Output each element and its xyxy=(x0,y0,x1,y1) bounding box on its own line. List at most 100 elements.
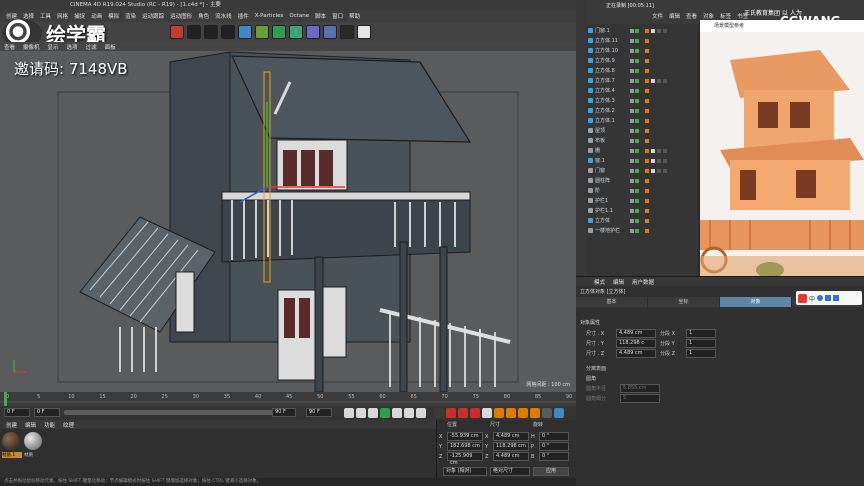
visibility-dot-icon[interactable] xyxy=(630,118,634,123)
timeline-ruler[interactable]: 0 5 10 15 20 25 30 35 40 45 50 55 60 65 70 75 80 85 90 xyxy=(0,392,576,406)
attr-value-field[interactable]: 4.489 cm xyxy=(616,329,656,338)
tag-icon[interactable] xyxy=(645,88,649,93)
object-row[interactable]: 门窗.1 xyxy=(586,26,698,35)
enabled-check-icon[interactable] xyxy=(635,98,639,103)
go-end-icon[interactable] xyxy=(416,408,426,418)
segment-field[interactable]: 1 xyxy=(686,349,716,358)
enabled-check-icon[interactable] xyxy=(635,138,639,143)
tag-icon[interactable] xyxy=(645,118,649,123)
enabled-check-icon[interactable] xyxy=(635,48,639,53)
object-row[interactable]: 圆柱阵 xyxy=(586,176,698,185)
size-field[interactable]: 4.489 cm xyxy=(493,432,529,441)
next-key-icon[interactable] xyxy=(404,408,414,418)
objects-menu-item[interactable]: 标签 xyxy=(720,12,731,20)
render-settings-icon[interactable] xyxy=(221,25,235,39)
attr-value-field[interactable]: 4.489 cm xyxy=(616,349,656,358)
object-row[interactable]: 窗.1 xyxy=(586,156,698,165)
current-frame-field[interactable]: 0 F xyxy=(4,408,30,417)
ime-keyboard-icon[interactable] xyxy=(825,295,832,301)
menu-item[interactable]: 窗口 xyxy=(332,12,343,20)
ime-moon-icon[interactable] xyxy=(817,295,824,301)
object-row[interactable]: 立方体.7 xyxy=(586,76,698,85)
rotation-field[interactable]: 0 ° xyxy=(539,432,569,441)
fillet-radius-field[interactable]: 5.855 cm xyxy=(620,384,660,393)
material-menu-item[interactable]: 创建 xyxy=(6,421,17,429)
material-swatch[interactable]: 材质 xyxy=(24,432,44,462)
menu-item[interactable]: 运动跟踪 xyxy=(142,12,164,20)
fillet-subdivision-row[interactable]: 圆角细分 5 xyxy=(586,394,660,403)
object-row[interactable]: 护栏1 xyxy=(586,196,698,205)
visibility-dot-icon[interactable] xyxy=(630,58,634,63)
material-menu-item[interactable]: 编辑 xyxy=(25,421,36,429)
tab-coord[interactable]: 坐标 xyxy=(648,297,720,307)
undo-icon[interactable] xyxy=(170,25,184,39)
tag-icon[interactable] xyxy=(645,158,649,163)
menu-item[interactable]: 帮助 xyxy=(349,12,360,20)
render-view-icon[interactable] xyxy=(187,25,201,39)
visibility-dot-icon[interactable] xyxy=(630,228,634,233)
tag-icon[interactable] xyxy=(645,108,649,113)
object-row[interactable]: 阶 xyxy=(586,186,698,195)
tag-icon[interactable] xyxy=(645,168,649,173)
scale-key-icon[interactable] xyxy=(494,408,504,418)
next-frame-icon[interactable] xyxy=(392,408,402,418)
fillet-subdivision-field[interactable]: 5 xyxy=(620,394,660,403)
visibility-dot-icon[interactable] xyxy=(630,178,634,183)
object-row[interactable]: 立方体.2 xyxy=(586,106,698,115)
material-tag-icon[interactable] xyxy=(651,158,655,163)
object-row[interactable]: 栅 xyxy=(586,146,698,155)
enabled-check-icon[interactable] xyxy=(635,218,639,223)
start-frame-field[interactable]: 0 F xyxy=(34,408,60,417)
autokey-icon[interactable] xyxy=(458,408,468,418)
enabled-check-icon[interactable] xyxy=(635,78,639,83)
object-row[interactable]: 立方体.10 xyxy=(586,46,698,55)
objects-menu-item[interactable]: 查看 xyxy=(686,12,697,20)
material-tag-icon[interactable] xyxy=(663,28,667,33)
pla-key-icon[interactable] xyxy=(530,408,540,418)
object-row[interactable]: 立方体.11 xyxy=(586,36,698,45)
ime-settings-icon[interactable] xyxy=(833,295,840,301)
visibility-dot-icon[interactable] xyxy=(630,88,634,93)
visibility-dot-icon[interactable] xyxy=(630,108,634,113)
object-row[interactable]: 立方体.4 xyxy=(586,86,698,95)
position-field[interactable]: -125.909 cm xyxy=(447,452,483,466)
object-row[interactable]: 一楼地护栏 xyxy=(586,226,698,235)
visibility-dot-icon[interactable] xyxy=(630,138,634,143)
material-tag-icon[interactable] xyxy=(657,28,661,33)
tag-icon[interactable] xyxy=(645,228,649,233)
prev-frame-icon[interactable] xyxy=(368,408,378,418)
cloner-icon[interactable] xyxy=(289,25,303,39)
fillet-radius-row[interactable]: 圆角半径 5.855 cm xyxy=(586,384,660,393)
camera-icon[interactable] xyxy=(340,25,354,39)
material-tag-icon[interactable] xyxy=(651,168,655,173)
position-field[interactable]: 182.698 cm xyxy=(447,442,483,451)
tag-icon[interactable] xyxy=(645,218,649,223)
menu-item[interactable]: 脚本 xyxy=(315,12,326,20)
preview-end-field[interactable]: 90 F xyxy=(306,408,332,417)
rotation-field[interactable]: 0 ° xyxy=(539,442,569,451)
material-menu-item[interactable]: 纹理 xyxy=(63,421,74,429)
separate-surfaces-row[interactable]: 分离表面 xyxy=(586,364,606,373)
segment-field[interactable]: 1 xyxy=(686,339,716,348)
menu-item[interactable]: X-Particles xyxy=(255,13,284,19)
object-row[interactable]: 屋顶 xyxy=(586,126,698,135)
enabled-check-icon[interactable] xyxy=(635,228,639,233)
material-swatch[interactable]: 材质.1 xyxy=(2,432,22,462)
size-mode-select[interactable]: 绝对尺寸 xyxy=(490,467,530,476)
material-tag-icon[interactable] xyxy=(663,158,667,163)
material-tag-icon[interactable] xyxy=(657,158,661,163)
light-icon[interactable] xyxy=(357,25,371,39)
motion-icon[interactable] xyxy=(542,408,552,418)
go-start-icon[interactable] xyxy=(344,408,354,418)
objects-menu-item[interactable]: 编辑 xyxy=(669,12,680,20)
deformer-icon[interactable] xyxy=(306,25,320,39)
timeline-icon[interactable] xyxy=(554,408,564,418)
menu-item[interactable]: 模拟 xyxy=(108,12,119,20)
size-field[interactable]: 118.298 cm xyxy=(493,442,529,451)
visibility-dot-icon[interactable] xyxy=(630,218,634,223)
render-picture-viewer-icon[interactable] xyxy=(204,25,218,39)
record-icon[interactable] xyxy=(446,408,456,418)
tag-icon[interactable] xyxy=(645,68,649,73)
object-row[interactable]: 立方体.3 xyxy=(586,96,698,105)
enabled-check-icon[interactable] xyxy=(635,208,639,213)
